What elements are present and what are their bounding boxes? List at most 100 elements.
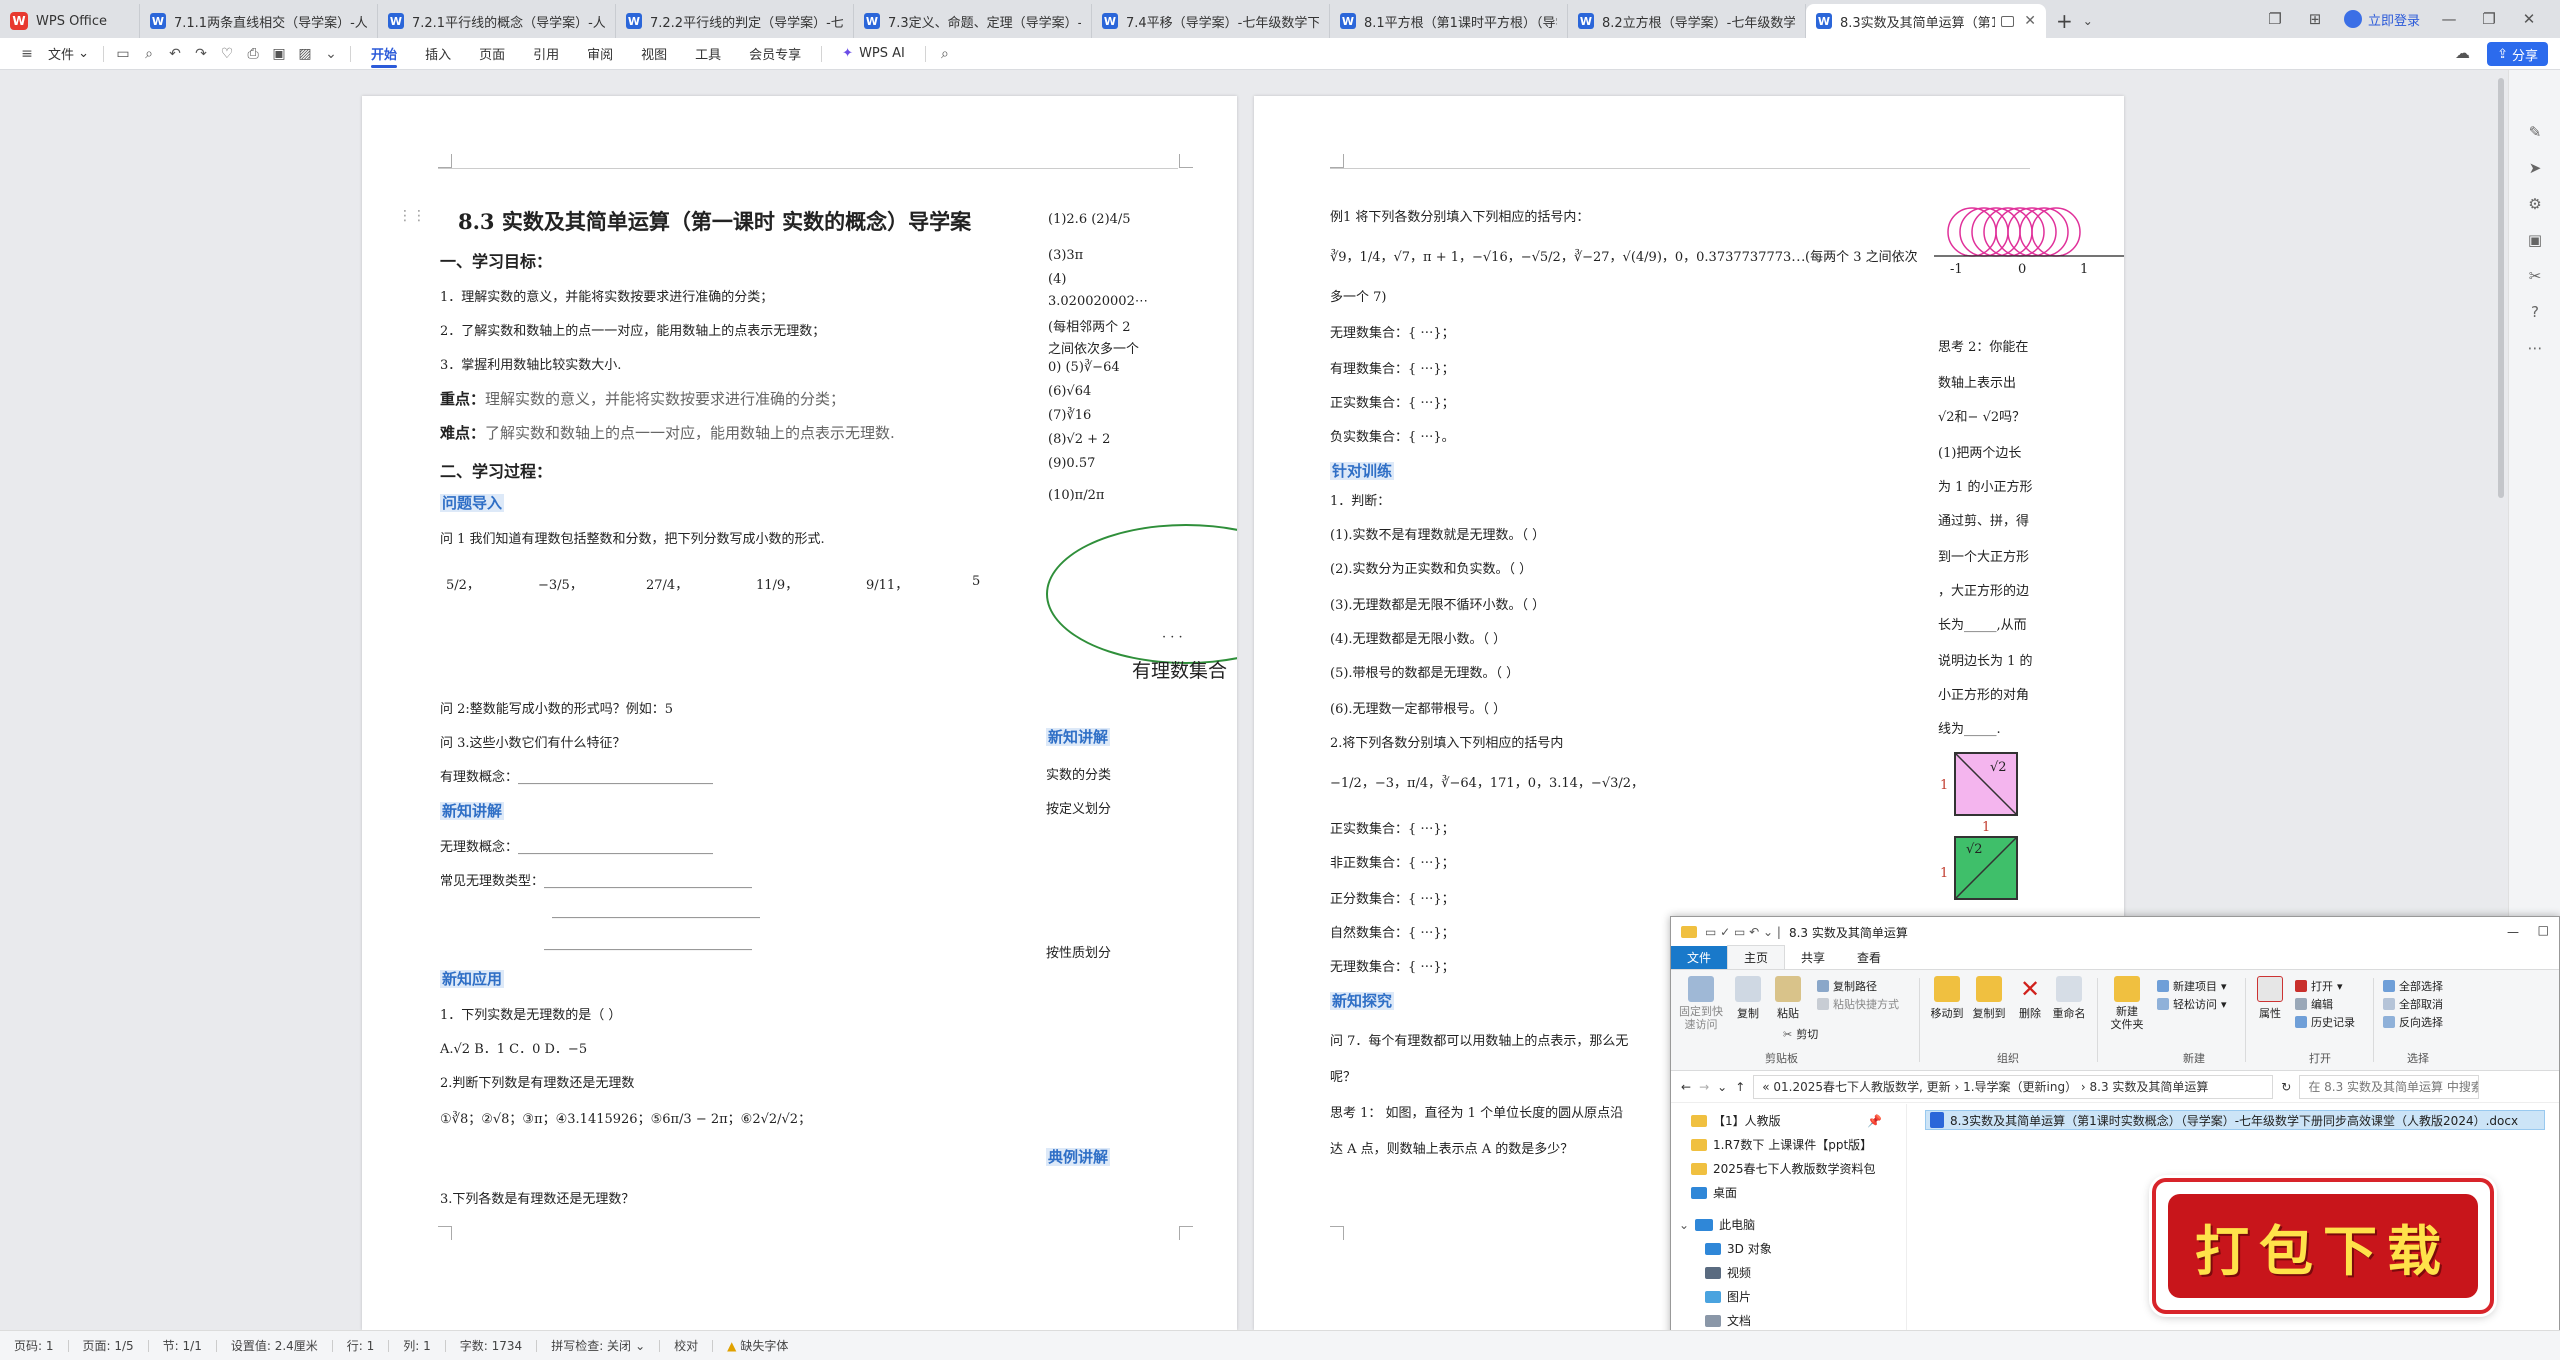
nav-item-3d-objects[interactable]: 3D 对象 xyxy=(1705,1240,1772,1257)
hamburger-icon[interactable]: ≡ xyxy=(14,38,40,70)
copy-to-button[interactable]: 复制到 xyxy=(1969,976,2009,1021)
up-arrow-icon[interactable]: ↑ xyxy=(1735,1080,1745,1094)
new-folder-button[interactable]: 新建 文件夹 xyxy=(2105,976,2149,1031)
status-section[interactable]: 节: 1/1 xyxy=(149,1337,216,1354)
restore-icon[interactable]: ❐ xyxy=(2478,8,2500,30)
ribbon-tab-home[interactable]: 主页 xyxy=(1727,945,1786,969)
easy-access-button[interactable]: 轻松访问 ▾ xyxy=(2157,996,2227,1012)
path-field[interactable]: « 01.2025春七下人教版数学, 更新 › 1.导学案（更新ing） › 8… xyxy=(1753,1074,2274,1099)
status-page[interactable]: 页码: 1 xyxy=(0,1337,68,1354)
tab-doc-active[interactable]: W 8.3实数及其简单运算（第1课 ✕ xyxy=(1806,4,2046,38)
quick-access-icons[interactable]: ▭ ✓ ▭ ↶ ⌄ | xyxy=(1705,925,1781,939)
status-spell-check[interactable]: 拼写检查: 关闭 ⌄ xyxy=(537,1337,659,1354)
edit-button[interactable]: 编辑 xyxy=(2295,996,2333,1012)
status-setting[interactable]: 设置值: 2.4厘米 xyxy=(217,1337,332,1354)
select-all-button[interactable]: 全部选择 xyxy=(2383,978,2443,994)
status-proofread[interactable]: 校对 xyxy=(660,1337,712,1354)
more-icon[interactable]: ⋯ xyxy=(2525,338,2545,358)
delete-button[interactable]: ✕ 删除 xyxy=(2013,976,2047,1021)
close-icon[interactable]: ✕ xyxy=(2024,13,2036,29)
ribbon-tab-share[interactable]: 共享 xyxy=(1785,946,1841,969)
settings-icon[interactable]: ⚙ xyxy=(2525,194,2545,214)
properties-button[interactable]: 属性 xyxy=(2253,976,2287,1021)
nav-item-documents[interactable]: 文档 xyxy=(1705,1312,1751,1329)
help-icon[interactable]: ? xyxy=(2525,302,2545,322)
find-icon[interactable]: ⌕ xyxy=(136,38,162,70)
ribbon-tab-file[interactable]: 文件 xyxy=(1671,946,1728,969)
nav-item-folder[interactable]: 【1】人教版 xyxy=(1691,1112,1781,1129)
nav-item-folder[interactable]: 1.R7数下 上课课件【ppt版】 xyxy=(1691,1136,1872,1153)
nav-item-this-pc[interactable]: ⌄ 此电脑 xyxy=(1679,1216,1755,1233)
recent-chevron-icon[interactable]: ⌄ xyxy=(1717,1080,1727,1094)
wps-ai-button[interactable]: ✦ WPS AI xyxy=(828,38,919,70)
minimize-icon[interactable]: — xyxy=(2438,8,2460,30)
copy-path-button[interactable]: 复制路径 xyxy=(1817,978,1877,994)
image-icon[interactable]: ▨ xyxy=(292,38,318,70)
chevron-down-icon[interactable]: ⌄ xyxy=(318,38,344,70)
rename-button[interactable]: 重命名 xyxy=(2049,976,2089,1021)
menu-tools[interactable]: 工具 xyxy=(681,38,735,70)
save-icon[interactable]: ▭ xyxy=(110,38,136,70)
tab-doc-6[interactable]: W 8.1平方根（第1课时平方根）（导学 xyxy=(1330,4,1568,38)
nav-item-folder[interactable]: 2025春七下人教版数学资料包 xyxy=(1691,1160,1876,1177)
refresh-icon[interactable]: ↻ xyxy=(2281,1080,2291,1094)
history-button[interactable]: 历史记录 xyxy=(2295,1014,2355,1030)
search-field[interactable]: 在 8.3 实数及其简单运算 中搜索 xyxy=(2299,1074,2480,1099)
menu-reference[interactable]: 引用 xyxy=(519,38,573,70)
undo-icon[interactable]: ↶ xyxy=(162,38,188,70)
tab-wps-home[interactable]: W WPS Office xyxy=(0,4,140,38)
cut-button[interactable]: ✂ 剪切 xyxy=(1783,1026,1818,1042)
copy-button[interactable]: 复制 xyxy=(1731,976,1765,1021)
menu-review[interactable]: 审阅 xyxy=(573,38,627,70)
window-layout-icon[interactable]: ❐ xyxy=(2264,8,2286,30)
new-item-button[interactable]: 新建项目 ▾ xyxy=(2157,978,2227,994)
tools-icon[interactable]: ✂ xyxy=(2525,266,2545,286)
menu-page[interactable]: 页面 xyxy=(465,38,519,70)
tab-doc-1[interactable]: W 7.1.1两条直线相交（导学案）-人教版 xyxy=(140,4,378,38)
status-word-count[interactable]: 字数: 1734 xyxy=(446,1337,536,1354)
status-row[interactable]: 行: 1 xyxy=(333,1337,389,1354)
close-window-icon[interactable]: ✕ xyxy=(2518,8,2540,30)
tab-doc-2[interactable]: W 7.2.1平行线的概念（导学案）-人教版 xyxy=(378,4,616,38)
screen-icon[interactable] xyxy=(2001,15,2015,27)
cloud-icon[interactable]: ☁ xyxy=(2455,44,2470,62)
download-package-badge[interactable]: 打包下载 xyxy=(2152,1178,2494,1314)
pin-quick-access-button[interactable]: 固定到快 速访问 xyxy=(1679,976,1723,1031)
tab-doc-5[interactable]: W 7.4平移（导学案）-七年级数学下册 xyxy=(1092,4,1330,38)
tab-list-chevron-icon[interactable]: ⌄ xyxy=(2083,4,2093,38)
nav-item-pictures[interactable]: 图片 xyxy=(1705,1288,1751,1305)
redo-icon[interactable]: ↷ xyxy=(188,38,214,70)
status-col[interactable]: 列: 1 xyxy=(389,1337,445,1354)
paste-shortcut-button[interactable]: 粘贴快捷方式 xyxy=(1817,996,1899,1012)
tab-doc-3[interactable]: W 7.2.2平行线的判定（导学案）-七年 xyxy=(616,4,854,38)
tab-doc-7[interactable]: W 8.2立方根（导学案）-七年级数学下册 xyxy=(1568,4,1806,38)
share-button[interactable]: ⇪ 分享 xyxy=(2487,42,2548,66)
minimize-icon[interactable]: — xyxy=(2507,925,2519,939)
new-tab-button[interactable]: + xyxy=(2046,4,2083,38)
maximize-icon[interactable]: □ xyxy=(2538,923,2549,937)
status-missing-font[interactable]: ▲ 缺失字体 xyxy=(713,1337,802,1354)
status-pages[interactable]: 页面: 1/5 xyxy=(69,1337,148,1354)
file-row-selected[interactable]: 8.3实数及其简单运算（第1课时实数概念）（导学案）-七年级数学下册同步高效课堂… xyxy=(1925,1110,2545,1130)
format-painter-icon[interactable]: ♡ xyxy=(214,38,240,70)
nav-item-videos[interactable]: 视频 xyxy=(1705,1264,1751,1281)
select-none-button[interactable]: 全部取消 xyxy=(2383,996,2443,1012)
print-icon[interactable]: ⎙ xyxy=(240,38,266,70)
image-edit-icon[interactable]: ▣ xyxy=(2525,230,2545,250)
file-menu[interactable]: 文件 ⌄ xyxy=(40,38,97,70)
search-icon[interactable]: ⌕ xyxy=(932,38,958,70)
login-button[interactable]: 立即登录 xyxy=(2343,10,2420,29)
pen-icon[interactable]: ✎ xyxy=(2525,122,2545,142)
ribbon-tab-view[interactable]: 查看 xyxy=(1841,946,1897,969)
grid-icon[interactable]: ⊞ xyxy=(2304,8,2326,30)
back-arrow-icon[interactable]: ← xyxy=(1681,1080,1691,1094)
forward-arrow-icon[interactable]: → xyxy=(1699,1080,1709,1094)
nav-item-desktop[interactable]: 桌面 xyxy=(1691,1184,1737,1201)
cursor-icon[interactable]: ➤ xyxy=(2525,158,2545,178)
paste-button[interactable]: 粘贴 xyxy=(1771,976,1805,1021)
invert-selection-button[interactable]: 反向选择 xyxy=(2383,1014,2443,1030)
menu-view[interactable]: 视图 xyxy=(627,38,681,70)
drag-handle-icon[interactable]: ⋮⋮ xyxy=(398,208,426,224)
export-icon[interactable]: ▣ xyxy=(266,38,292,70)
open-button[interactable]: 打开 ▾ xyxy=(2295,978,2343,994)
